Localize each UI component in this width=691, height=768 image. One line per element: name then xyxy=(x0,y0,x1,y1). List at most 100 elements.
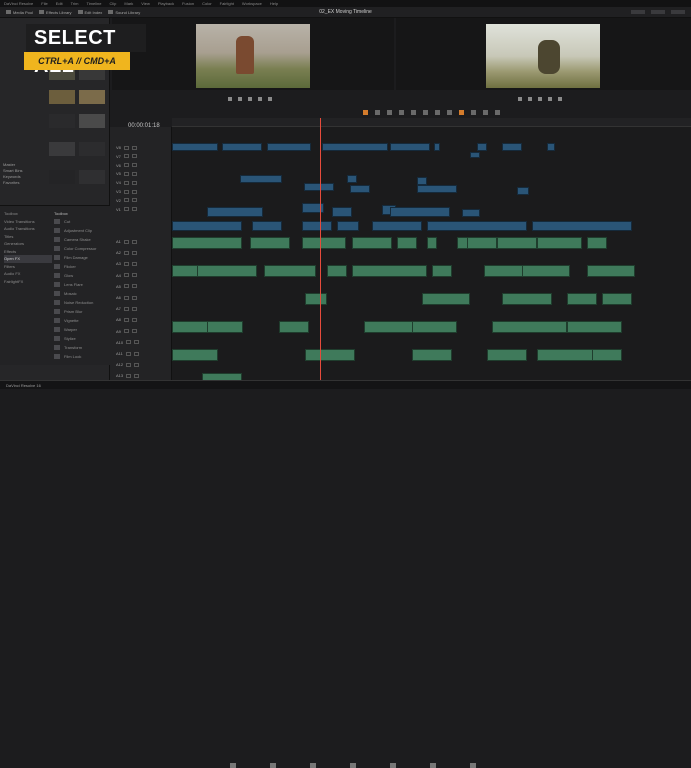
track-header[interactable]: A10 xyxy=(110,338,172,347)
audio-clip[interactable] xyxy=(264,265,316,277)
audio-clip[interactable] xyxy=(567,293,597,305)
lock-toggle[interactable] xyxy=(131,250,137,255)
audio-clip[interactable] xyxy=(522,265,570,277)
lock-toggle[interactable] xyxy=(133,351,139,356)
mixer-button[interactable] xyxy=(631,10,645,14)
menu-item[interactable]: File xyxy=(41,1,47,6)
enable-toggle[interactable] xyxy=(126,373,132,378)
effects-category[interactable]: Audio Transitions xyxy=(4,225,52,233)
video-clip[interactable] xyxy=(417,185,457,193)
enable-toggle[interactable] xyxy=(123,163,129,168)
effect-item[interactable]: Lens Flare xyxy=(54,280,108,289)
video-clip[interactable] xyxy=(172,143,218,151)
menu-item[interactable]: Help xyxy=(270,1,278,6)
video-clip[interactable] xyxy=(390,207,450,217)
menu-item[interactable]: Edit xyxy=(56,1,63,6)
lock-toggle[interactable] xyxy=(131,239,137,244)
audio-clip[interactable] xyxy=(537,237,582,249)
track-header[interactable]: V4 xyxy=(110,178,172,187)
enable-toggle[interactable] xyxy=(123,329,129,334)
menu-item[interactable]: Trim xyxy=(71,1,79,6)
effects-category[interactable]: Titles xyxy=(4,233,52,241)
sound-library-button[interactable]: Sound Library xyxy=(108,10,140,15)
insert-clip-icon[interactable] xyxy=(399,109,404,115)
video-clip[interactable] xyxy=(172,221,242,231)
effects-category[interactable]: Open FX xyxy=(4,255,52,263)
audio-clip[interactable] xyxy=(592,349,622,361)
lock-toggle[interactable] xyxy=(131,163,137,168)
audio-clip[interactable] xyxy=(487,349,527,361)
clip-thumbnail[interactable] xyxy=(49,90,75,104)
effects-category[interactable]: Video Transitions xyxy=(4,218,52,226)
edit-page-icon[interactable] xyxy=(310,763,316,768)
video-clip[interactable] xyxy=(502,143,522,151)
menu-item[interactable]: Playback xyxy=(158,1,174,6)
clip-thumbnail[interactable] xyxy=(79,114,105,128)
flag-icon[interactable] xyxy=(459,109,464,115)
timeline-viewer[interactable] xyxy=(396,18,691,90)
clip-thumbnail[interactable] xyxy=(79,142,105,156)
lock-toggle[interactable] xyxy=(131,189,137,194)
audio-clip[interactable] xyxy=(497,237,537,249)
inspector-button[interactable] xyxy=(671,10,685,14)
video-clip[interactable] xyxy=(267,143,311,151)
effect-item[interactable]: Transform xyxy=(54,343,108,352)
clip-thumbnail[interactable] xyxy=(49,170,75,184)
audio-clip[interactable] xyxy=(422,293,470,305)
enable-toggle[interactable] xyxy=(123,207,129,212)
deliver-page-icon[interactable] xyxy=(470,763,476,768)
effects-category[interactable]: Audio FX xyxy=(4,270,52,278)
enable-toggle[interactable] xyxy=(123,306,129,311)
effects-category[interactable]: FairlightFX xyxy=(4,278,52,286)
clip-thumbnail[interactable] xyxy=(79,90,105,104)
audio-clip[interactable] xyxy=(327,265,347,277)
menu-item[interactable]: View xyxy=(141,1,150,6)
audio-clip[interactable] xyxy=(502,293,552,305)
enable-toggle[interactable] xyxy=(126,362,132,367)
audio-clip[interactable] xyxy=(397,237,417,249)
clip-thumbnail[interactable] xyxy=(49,142,75,156)
menu-item[interactable]: Timeline xyxy=(87,1,102,6)
menu-item[interactable]: Mark xyxy=(124,1,133,6)
video-clip[interactable] xyxy=(350,185,370,193)
video-clip[interactable] xyxy=(347,175,357,183)
video-clip[interactable] xyxy=(390,143,430,151)
video-clip[interactable] xyxy=(337,221,359,231)
effects-category[interactable]: Generators xyxy=(4,240,52,248)
track-header[interactable]: A7 xyxy=(110,304,172,313)
enable-toggle[interactable] xyxy=(123,273,129,278)
enable-toggle[interactable] xyxy=(123,317,129,322)
audio-clip[interactable] xyxy=(172,349,218,361)
video-clip[interactable] xyxy=(322,143,388,151)
replace-clip-icon[interactable] xyxy=(423,109,428,115)
video-clip[interactable] xyxy=(477,143,487,151)
audio-clip[interactable] xyxy=(467,237,497,249)
effect-item[interactable]: Flicker xyxy=(54,262,108,271)
effects-category[interactable]: Filters xyxy=(4,263,52,271)
lock-toggle[interactable] xyxy=(131,306,137,311)
track-header[interactable]: A8 xyxy=(110,315,172,324)
color-page-icon[interactable] xyxy=(390,763,396,768)
effects-category[interactable]: Effects xyxy=(4,248,52,256)
lock-toggle[interactable] xyxy=(131,317,137,322)
effect-item[interactable]: Prism Blur xyxy=(54,307,108,316)
audio-clip[interactable] xyxy=(207,321,243,333)
audio-clip[interactable] xyxy=(305,293,327,305)
enable-toggle[interactable] xyxy=(123,171,129,176)
audio-clip[interactable] xyxy=(567,321,622,333)
audio-clip[interactable] xyxy=(302,237,346,249)
lock-toggle[interactable] xyxy=(131,329,137,334)
enable-toggle[interactable] xyxy=(123,180,129,185)
bin-favorites[interactable]: Favorites xyxy=(3,180,43,186)
effect-item[interactable]: Warper xyxy=(54,325,108,334)
menu-item[interactable]: Fairlight xyxy=(220,1,234,6)
video-clip[interactable] xyxy=(547,143,555,151)
effect-item[interactable]: Camera Shake xyxy=(54,235,108,244)
video-clip[interactable] xyxy=(517,187,529,195)
edit-index-button[interactable]: Edit Index xyxy=(77,10,102,15)
video-clip[interactable] xyxy=(434,143,440,151)
audio-clip[interactable] xyxy=(432,265,452,277)
enable-toggle[interactable] xyxy=(123,239,129,244)
play-icon[interactable] xyxy=(258,97,262,101)
effect-item[interactable]: Vignette xyxy=(54,316,108,325)
